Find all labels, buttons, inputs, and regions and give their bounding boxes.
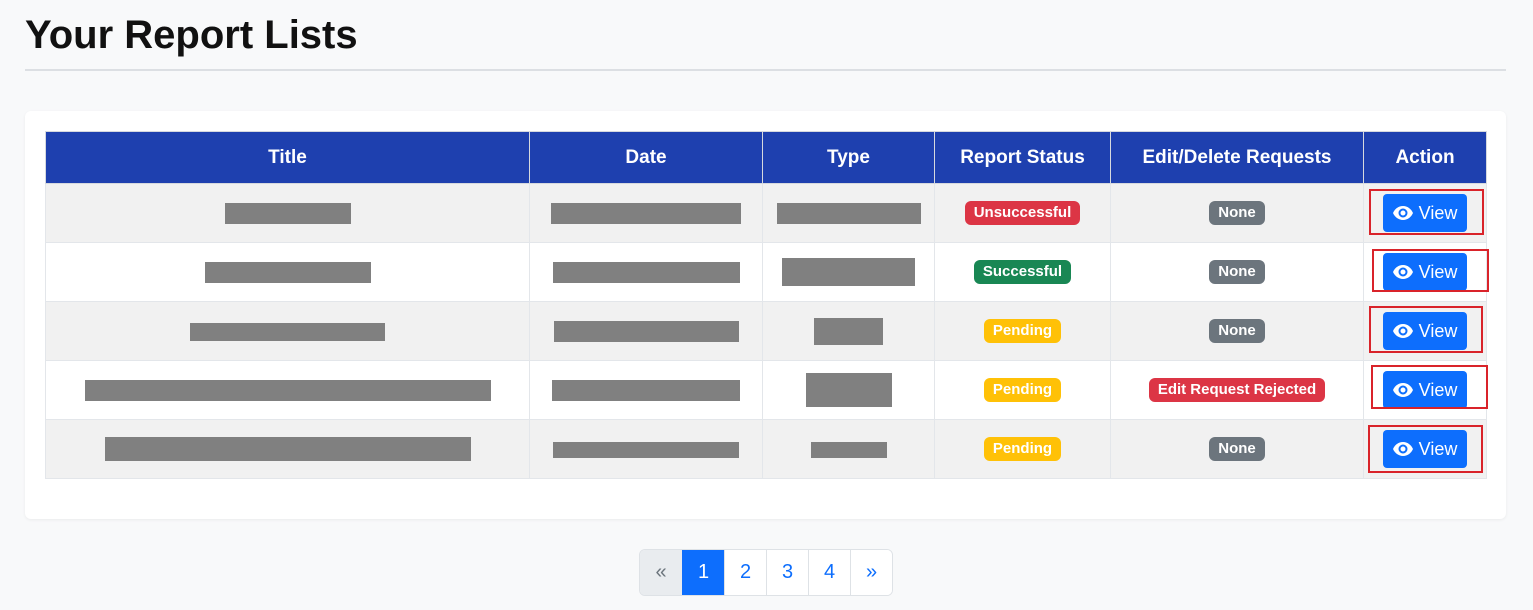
redacted-title — [190, 322, 385, 341]
redacted-title — [224, 202, 351, 224]
redacted-title — [84, 379, 491, 401]
column-header-title[interactable]: Title — [45, 131, 530, 184]
reports-card: Title Date Type Report Status Edit/Delet… — [25, 111, 1506, 519]
redacted-title — [204, 261, 371, 283]
view-button[interactable]: View — [1383, 430, 1467, 468]
view-button-label: View — [1418, 438, 1458, 459]
type-cell — [762, 360, 935, 420]
reports-table: Title Date Type Report Status Edit/Delet… — [45, 131, 1487, 479]
title-cell — [45, 360, 530, 420]
action-cell: View — [1363, 183, 1487, 243]
title-cell — [45, 183, 530, 243]
request-cell: None — [1110, 183, 1364, 243]
view-button[interactable]: View — [1383, 253, 1467, 291]
table-row: Successful None View — [45, 242, 1487, 302]
view-button-label: View — [1418, 202, 1458, 223]
request-badge: None — [1209, 319, 1265, 343]
redacted-date — [551, 202, 741, 224]
pagination-page-3[interactable]: 3 — [766, 550, 808, 595]
report-status-cell: Pending — [934, 301, 1111, 361]
action-cell: View — [1363, 360, 1487, 420]
view-button-label: View — [1418, 379, 1458, 400]
report-status-cell: Successful — [934, 242, 1111, 302]
table-row: Unsuccessful None View — [45, 183, 1487, 243]
column-header-action[interactable]: Action — [1363, 131, 1487, 184]
type-cell — [762, 242, 935, 302]
pagination-page-4[interactable]: 4 — [808, 550, 850, 595]
redacted-title — [104, 437, 471, 461]
redacted-type — [776, 202, 921, 224]
redacted-date — [553, 441, 739, 458]
status-badge: Pending — [983, 437, 1062, 461]
action-cell: View — [1363, 419, 1487, 479]
page-title: Your Report Lists — [25, 13, 358, 57]
eye-icon — [1392, 324, 1413, 338]
eye-icon — [1392, 442, 1413, 456]
request-cell: None — [1110, 419, 1364, 479]
title-cell — [45, 419, 530, 479]
pagination-next[interactable]: » — [850, 550, 892, 595]
status-badge: Unsuccessful — [964, 201, 1081, 225]
table-row: Pending None View — [45, 419, 1487, 479]
request-cell: Edit Request Rejected — [1110, 360, 1364, 420]
view-button[interactable]: View — [1383, 194, 1467, 232]
status-badge: Pending — [983, 319, 1062, 343]
eye-icon — [1392, 383, 1413, 397]
request-badge: None — [1209, 260, 1265, 284]
status-badge: Successful — [973, 260, 1072, 284]
request-cell: None — [1110, 301, 1364, 361]
report-status-cell: Pending — [934, 360, 1111, 420]
eye-icon — [1392, 265, 1413, 279]
date-cell — [529, 242, 763, 302]
table-row: Pending None View — [45, 301, 1487, 361]
pagination-page-1[interactable]: 1 — [682, 550, 724, 595]
column-header-type[interactable]: Type — [762, 131, 935, 184]
column-header-report-status[interactable]: Report Status — [934, 131, 1111, 184]
column-header-date[interactable]: Date — [529, 131, 763, 184]
action-cell: View — [1363, 301, 1487, 361]
view-button[interactable]: View — [1383, 312, 1467, 350]
type-cell — [762, 183, 935, 243]
eye-icon — [1392, 206, 1413, 220]
title-cell — [45, 301, 530, 361]
pagination-prev[interactable]: « — [640, 550, 682, 595]
type-cell — [762, 301, 935, 361]
view-button-label: View — [1418, 320, 1458, 341]
request-cell: None — [1110, 242, 1364, 302]
redacted-type — [810, 441, 887, 458]
pagination: « 1 2 3 4 » — [639, 549, 893, 596]
request-badge: None — [1209, 201, 1265, 225]
title-cell — [45, 242, 530, 302]
date-cell — [529, 301, 763, 361]
title-divider — [25, 69, 1506, 71]
date-cell — [529, 183, 763, 243]
pagination-page-2[interactable]: 2 — [724, 550, 766, 595]
table-row: Pending Edit Request Rejected View — [45, 360, 1487, 420]
view-button[interactable]: View — [1383, 371, 1467, 409]
request-badge: None — [1209, 437, 1265, 461]
redacted-date — [553, 320, 739, 342]
type-cell — [762, 419, 935, 479]
request-badge: Edit Request Rejected — [1148, 378, 1326, 402]
status-badge: Pending — [983, 378, 1062, 402]
redacted-type — [814, 317, 883, 345]
redacted-type — [782, 258, 915, 286]
redacted-type — [805, 373, 892, 407]
date-cell — [529, 419, 763, 479]
report-status-cell: Pending — [934, 419, 1111, 479]
table-header-row: Title Date Type Report Status Edit/Delet… — [45, 131, 1487, 184]
view-button-label: View — [1418, 261, 1458, 282]
report-status-cell: Unsuccessful — [934, 183, 1111, 243]
date-cell — [529, 360, 763, 420]
redacted-date — [552, 261, 740, 283]
action-cell: View — [1363, 242, 1487, 302]
column-header-edit-delete-requests[interactable]: Edit/Delete Requests — [1110, 131, 1364, 184]
redacted-date — [552, 379, 740, 401]
